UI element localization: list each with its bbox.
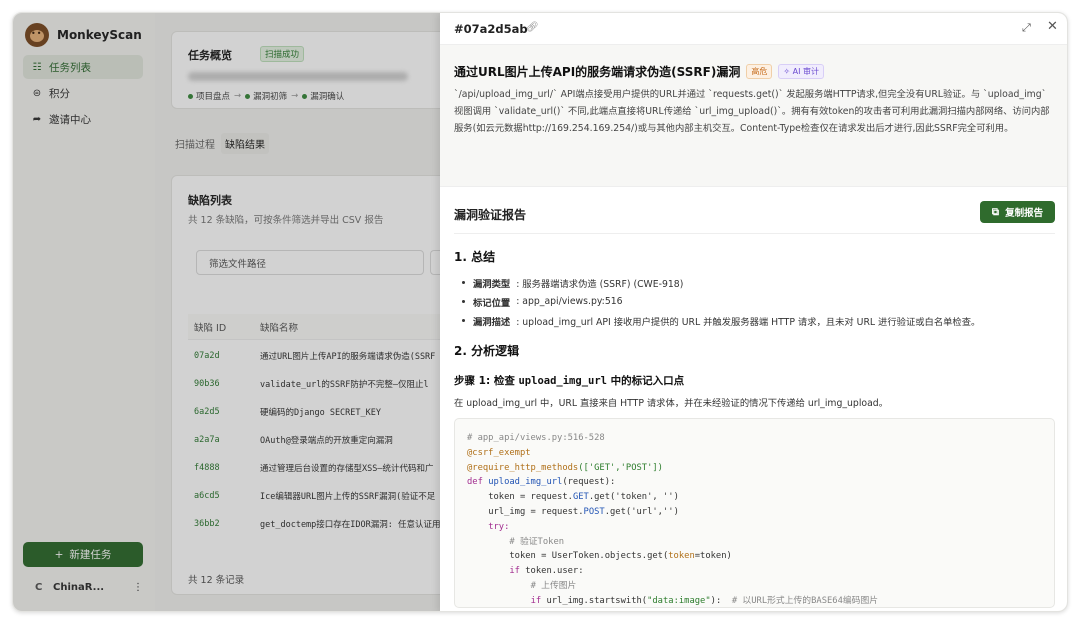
summary-list: 漏洞类型: 服务器端请求伪造 (SSRF) (CWE-918) 标记位置: ap…	[462, 273, 1052, 330]
ai-audit-badge: ✧ AI 审计	[778, 64, 824, 79]
severity-badge: 高危	[746, 64, 773, 79]
code-line: def upload_img_url(request):	[467, 477, 616, 488]
code-line: # 验证Token	[509, 536, 565, 547]
defect-detail-id: #07a2d5ab	[454, 22, 528, 36]
vulnerability-description: `/api/upload_img_url/` API端点接受用户提供的URL并通…	[454, 89, 1050, 134]
list-item: 漏洞描述: upload_img_url API 接收用户提供的 URL 并触发…	[462, 311, 1052, 330]
code-line: if url_img.startswith("data:image"): # 以…	[530, 595, 879, 606]
list-item: 漏洞类型: 服务器端请求伪造 (SSRF) (CWE-918)	[462, 273, 1052, 292]
code-block[interactable]: # app_api/views.py:516-528 @csrf_exempt …	[454, 418, 1055, 608]
copy-report-label: 复制报告	[1005, 208, 1044, 219]
copy-icon: ⧉	[991, 206, 1000, 218]
code-line: token = UserToken.objects.get(token=toke…	[509, 551, 732, 562]
code-line: # 上传图片	[530, 580, 577, 591]
app-window: MonkeyScan ☷ 任务列表 ⊜ 积分 ➦ 邀请中心 + 新建任务 C C…	[12, 12, 1068, 612]
code-line: @require_http_methods(['GET','POST'])	[467, 462, 663, 473]
code-line: try:	[488, 521, 510, 532]
divider	[454, 233, 1055, 234]
vulnerability-title-row: 通过URL图片上传API的服务端请求伪造(SSRF)漏洞 高危 ✧ AI 审计	[454, 63, 824, 80]
drawer-header: #07a2d5ab 🔗︎ ⤢ ✕	[440, 13, 1067, 45]
code-line: token = request.GET.get('token', '')	[488, 492, 679, 503]
code-line: # app_api/views.py:516-528	[467, 433, 605, 443]
defect-detail-drawer: #07a2d5ab 🔗︎ ⤢ ✕ 通过URL图片上传API的服务端请求伪造(SS…	[440, 13, 1067, 611]
report-title: 漏洞验证报告	[454, 208, 527, 222]
step-description: 在 upload_img_url 中，URL 直接来自 HTTP 请求体，并在未…	[454, 398, 888, 409]
copy-report-button[interactable]: ⧉ 复制报告	[980, 201, 1055, 223]
expand-icon[interactable]: ⤢	[1022, 21, 1031, 35]
vulnerability-title: 通过URL图片上传API的服务端请求伪造(SSRF)漏洞	[454, 65, 741, 79]
link-icon[interactable]: 🔗︎	[526, 22, 539, 33]
code-line: if token.user:	[509, 566, 584, 577]
code-line: @csrf_exempt	[467, 447, 531, 458]
sparkle-icon: ✧	[783, 67, 793, 76]
close-icon[interactable]: ✕	[1047, 19, 1058, 34]
code-line: url_img = request.POST.get('url','')	[488, 506, 679, 517]
summary-heading: 1. 总结	[454, 250, 496, 264]
analysis-heading: 2. 分析逻辑	[454, 344, 520, 358]
step-heading: 步骤 1: 检查 upload_img_url 中的标记入口点	[454, 375, 685, 387]
list-item: 标记位置: app_api/views.py:516	[462, 292, 1052, 311]
